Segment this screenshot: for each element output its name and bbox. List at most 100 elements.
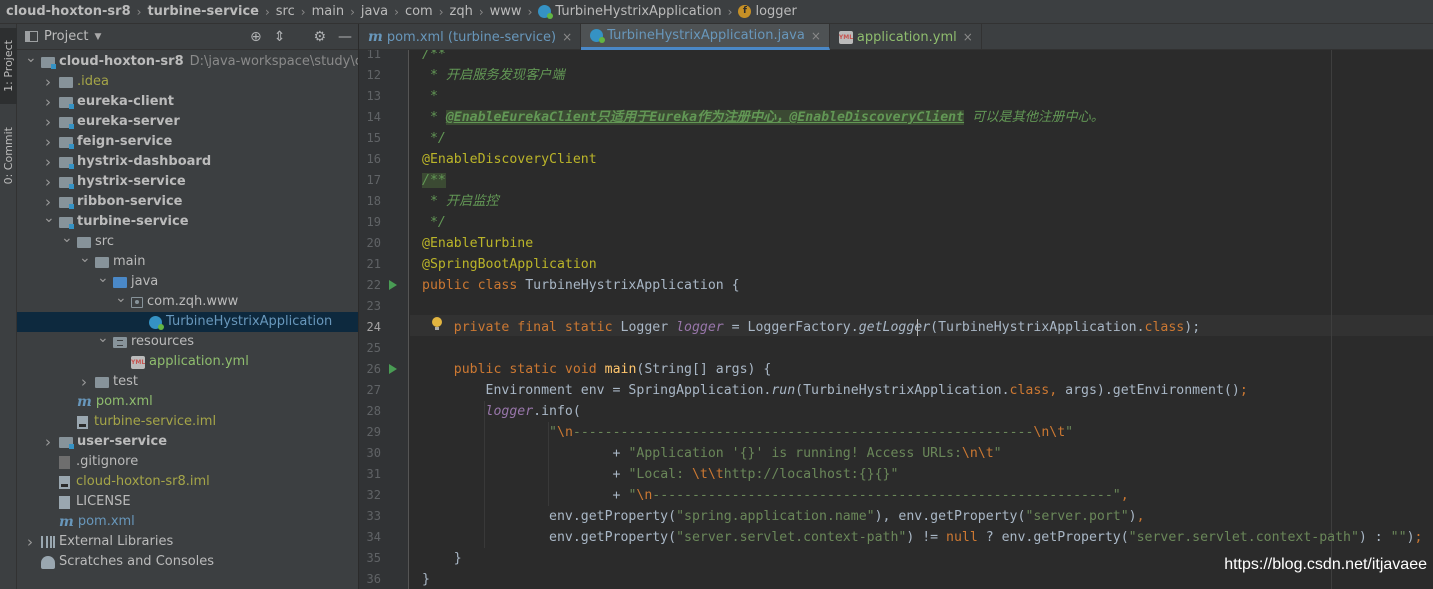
code-line[interactable]: public class TurbineHystrixApplication { [422,275,740,296]
tree-item[interactable]: turbine-service.iml [17,412,358,432]
tree-item[interactable]: › .idea [17,72,358,92]
lightbulb-icon[interactable] [432,317,442,331]
close-icon[interactable]: × [811,29,821,43]
code-line[interactable]: + "Local: \t\thttp://localhost:{}{}" [422,464,899,485]
code-line[interactable]: Environment env = SpringApplication.run(… [422,380,1248,401]
editor-tab[interactable]: m pom.xml (turbine-service) × [359,24,582,50]
breadcrumb-item[interactable]: zqh [450,4,473,19]
code-line[interactable]: * @EnableEurekaClient只适用于Eureka作为注册中心，@E… [422,107,1104,128]
collapse-arrow-icon[interactable]: › [43,152,53,172]
tree-item[interactable]: ⌄ resources [17,330,358,352]
run-gutter-icon[interactable] [389,280,397,290]
breadcrumb-item[interactable]: java [361,4,388,19]
tree-item[interactable]: cloud-hoxton-sr8.iml [17,472,358,492]
breadcrumb-item[interactable]: com [405,4,433,19]
tree-item[interactable]: › hystrix-dashboard [17,152,358,172]
code-line[interactable]: @SpringBootApplication [422,254,597,275]
expand-arrow-icon[interactable]: ⌄ [115,288,127,308]
code-line[interactable]: "\n-------------------------------------… [422,422,1073,443]
collapse-all-icon[interactable]: ⇕ [274,29,286,45]
editor-tab[interactable]: YML application.yml × [830,24,982,50]
tree-item[interactable]: Scratches and Consoles [17,552,358,572]
project-view-title[interactable]: Project [44,29,88,44]
tree-item[interactable]: m pom.xml [17,512,358,532]
tree-item[interactable]: › eureka-client [17,92,358,112]
line-number: 29 [366,425,381,439]
collapse-arrow-icon[interactable]: › [25,532,35,552]
expand-arrow-icon[interactable]: ⌄ [97,328,109,348]
breadcrumb-item[interactable]: f logger [738,4,797,19]
minimize-icon[interactable]: — [338,29,352,45]
code-line[interactable]: */ [422,212,446,233]
expand-arrow-icon[interactable]: ⌄ [43,208,55,228]
collapse-arrow-icon[interactable]: › [43,432,53,452]
tree-item[interactable]: ⌄ cloud-hoxton-sr8 D:\java-workspace\study… [17,50,358,72]
breadcrumb-item[interactable]: TurbineHystrixApplication [538,4,722,19]
collapse-arrow-icon[interactable]: › [43,92,53,112]
tree-item[interactable]: ⌄ java [17,270,358,292]
tree-item[interactable]: › External Libraries [17,532,358,552]
editor-tab[interactable]: TurbineHystrixApplication.java × [581,24,830,50]
code-line[interactable]: env.getProperty("spring.application.name… [422,506,1145,527]
tool-tab-project[interactable]: 1: Project [0,28,17,104]
locate-icon[interactable]: ⊕ [250,29,262,45]
line-number: 35 [366,551,381,565]
expand-arrow-icon[interactable]: ⌄ [97,268,109,288]
tree-item[interactable]: › test [17,372,358,392]
tree-item[interactable]: .gitignore [17,452,358,472]
code-line[interactable]: env.getProperty("server.servlet.context-… [422,527,1422,548]
tree-item[interactable]: ⌄ com.zqh.www [17,290,358,312]
tree-item-label: com.zqh.www [147,294,239,309]
tree-item[interactable]: › ribbon-service [17,192,358,212]
code-line[interactable]: * [422,86,438,107]
tree-item[interactable]: TurbineHystrixApplication [17,312,358,332]
tree-item[interactable]: ⌄ src [17,230,358,252]
code-line[interactable]: } [422,548,462,569]
code-line[interactable]: * 开启服务发现客户端 [422,65,565,86]
code-line[interactable]: public static void main(String[] args) { [422,359,772,380]
collapse-arrow-icon[interactable]: › [43,132,53,152]
tree-item[interactable]: ⌄ main [17,250,358,272]
code-line[interactable]: @EnableDiscoveryClient [422,149,597,170]
code-editor[interactable]: 11 12 13 14 15 16 17 18 19 20 21 22 23 24 25 26 27 28 29 30… [359,50,1433,589]
run-gutter-icon[interactable] [389,364,397,374]
tree-item[interactable]: › hystrix-service [17,172,358,192]
code-line[interactable]: } [422,569,430,589]
collapse-arrow-icon[interactable]: › [43,72,53,92]
tool-tab-commit[interactable]: 0: Commit [0,120,17,192]
code-line[interactable]: * 开启监控 [422,191,499,212]
breadcrumb-item[interactable]: www [490,4,522,19]
tree-item[interactable]: m pom.xml [17,392,358,412]
chevron-down-icon[interactable]: ▼ [94,32,101,42]
breadcrumb-item[interactable]: turbine-service [147,4,259,19]
code-line[interactable]: /** [422,170,446,191]
collapse-arrow-icon[interactable]: › [79,372,89,392]
expand-arrow-icon[interactable]: ⌄ [25,48,37,68]
project-view-icon [25,31,38,42]
code-line[interactable]: logger.info( [422,401,581,422]
code-line[interactable]: */ [422,128,446,149]
code-line[interactable]: + "Application '{}' is running! Access U… [422,443,1002,464]
right-margin-guide [1331,50,1332,589]
tree-item[interactable]: › user-service [17,432,358,452]
code-line[interactable]: + "\n-----------------------------------… [422,485,1129,506]
tree-node: .gitignore [59,452,138,472]
tree-item[interactable]: › feign-service [17,132,358,152]
code-line[interactable]: @EnableTurbine [422,233,533,254]
code-line[interactable]: /** [422,50,446,65]
close-icon[interactable]: × [963,30,973,44]
expand-arrow-icon[interactable]: ⌄ [61,228,73,248]
breadcrumb-item[interactable]: src [276,4,295,19]
gear-icon[interactable]: ⚙ [313,29,326,45]
expand-arrow-icon[interactable]: ⌄ [79,248,91,268]
close-icon[interactable]: × [562,30,572,44]
breadcrumb-item[interactable]: main [312,4,344,19]
module-folder-icon [59,136,74,149]
tree-item[interactable]: YML application.yml [17,352,358,372]
collapse-arrow-icon[interactable]: › [43,172,53,192]
tree-item[interactable]: › eureka-server [17,112,358,132]
tree-item[interactable]: LICENSE [17,492,358,512]
breadcrumb-item[interactable]: cloud-hoxton-sr8 [6,4,131,19]
code-line[interactable]: private final static Logger logger = Log… [422,317,1200,338]
collapse-arrow-icon[interactable]: › [43,112,53,132]
